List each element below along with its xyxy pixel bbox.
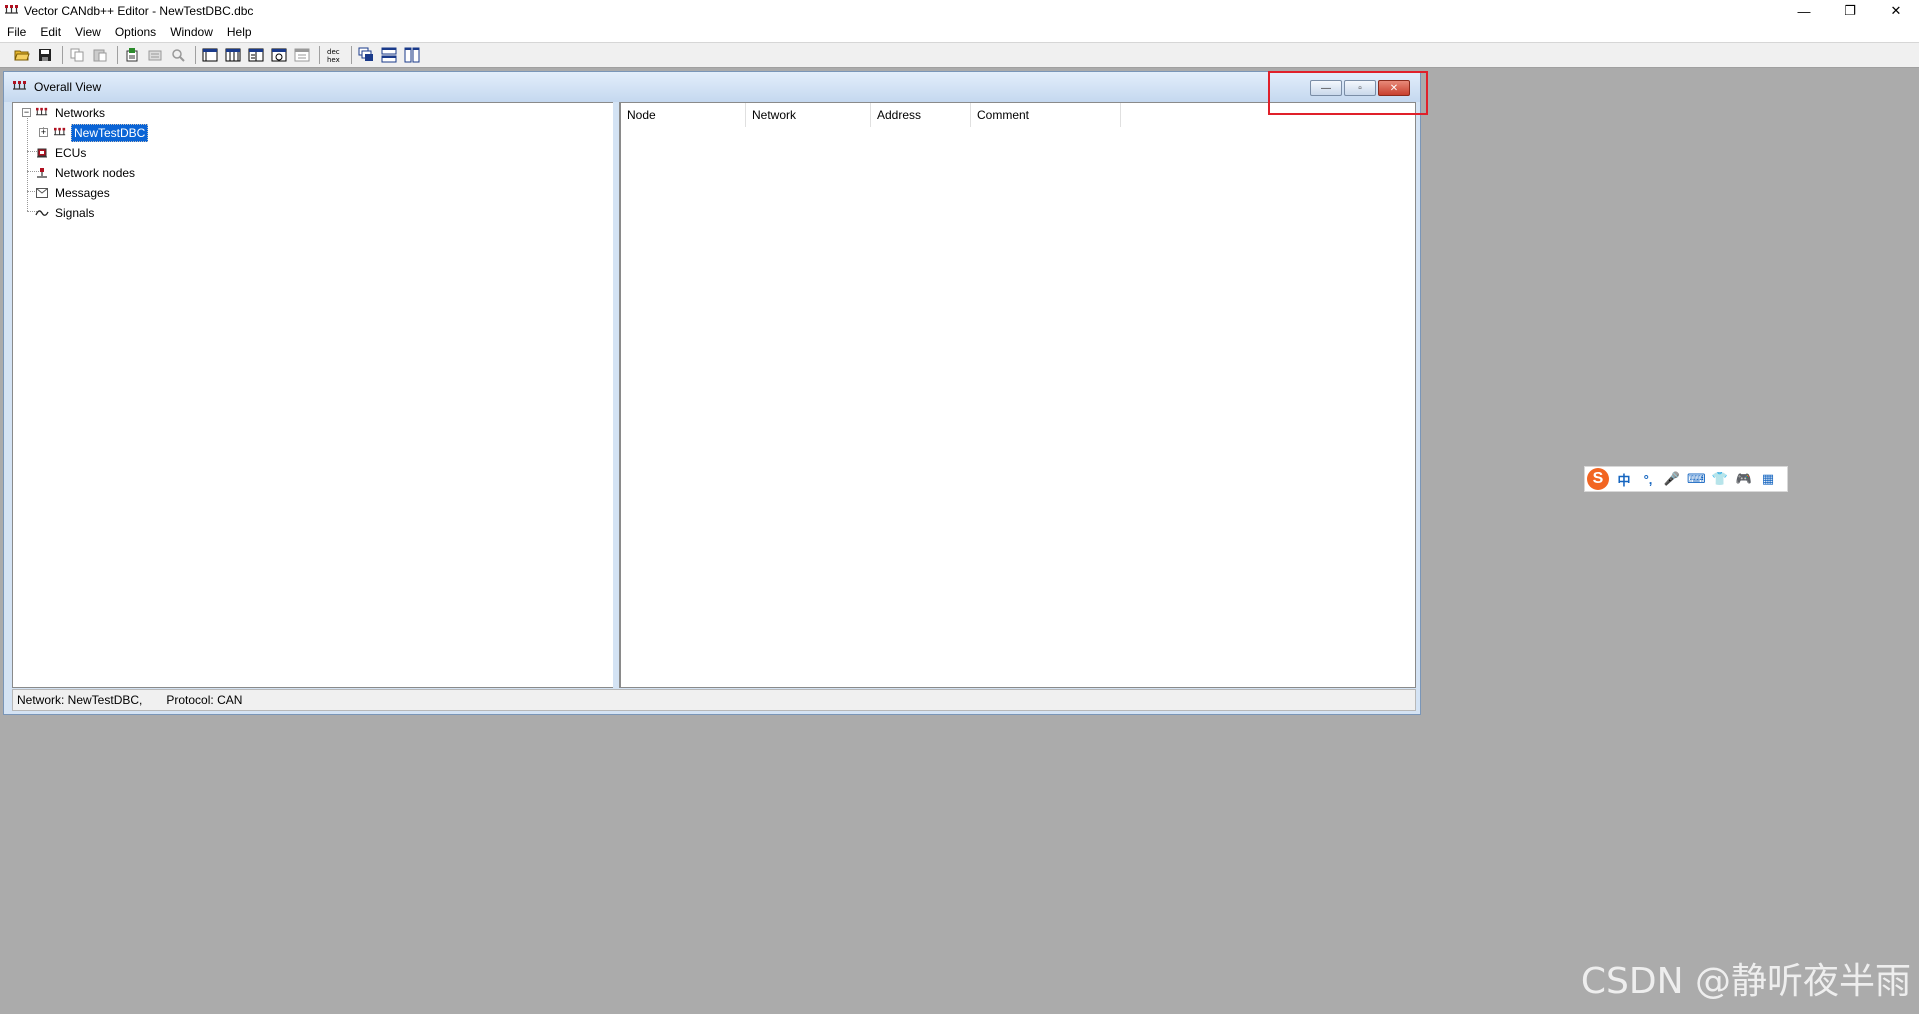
app-titlebar: Vector CANdb++ Editor - NewTestDBC.dbc —… (0, 0, 1919, 22)
view4-icon[interactable] (269, 45, 289, 65)
sogou-logo-icon[interactable]: S (1587, 468, 1609, 490)
find-icon[interactable] (168, 45, 188, 65)
app-window-controls: — ❐ ✕ (1781, 0, 1919, 22)
ecu-icon (35, 146, 49, 160)
dec-hex-icon[interactable]: dec hex (324, 45, 344, 65)
menu-file[interactable]: File (0, 25, 33, 39)
ime-punctuation-icon[interactable]: °, (1639, 472, 1657, 487)
skin-icon[interactable]: 👕 (1711, 471, 1729, 487)
view2-icon[interactable] (223, 45, 243, 65)
overall-view-title: Overall View (34, 80, 102, 94)
list-header: Node Network Address Comment (621, 103, 1121, 127)
network-node-icon (35, 166, 49, 180)
tree-view[interactable]: − Networks + NewTestDBC ECUs Network nod… (12, 102, 618, 688)
candb-app-icon (4, 3, 20, 19)
ime-toolbar: S 中 °, 🎤 ⌨ 👕 🎮 ▦ (1584, 466, 1788, 492)
cascade-icon[interactable] (356, 45, 376, 65)
menu-view[interactable]: View (68, 25, 108, 39)
child-close-button[interactable]: ✕ (1378, 80, 1410, 96)
menu-bar: File Edit View Options Window Help (0, 22, 1919, 42)
tree-label-network-nodes: Network nodes (55, 166, 136, 180)
svg-text:dec: dec (327, 48, 340, 56)
tile-vertical-icon[interactable] (402, 45, 422, 65)
network-icon (12, 80, 28, 94)
status-network: Network: NewTestDBC, (17, 693, 143, 707)
tree-item-ecus[interactable]: ECUs (35, 144, 88, 162)
newtestdbc-expand-toggle[interactable]: + (39, 128, 48, 137)
menu-help[interactable]: Help (220, 25, 259, 39)
networks-collapse-toggle[interactable]: − (22, 108, 31, 117)
network-icon (35, 106, 49, 120)
tile-horizontal-icon[interactable] (379, 45, 399, 65)
add-icon[interactable] (122, 45, 142, 65)
toolbar-separator (117, 46, 118, 64)
menu-window[interactable]: Window (163, 25, 220, 39)
toolbar: dec hex (0, 42, 1919, 68)
tree-item-messages[interactable]: Messages (35, 184, 112, 202)
microphone-icon[interactable]: 🎤 (1663, 471, 1681, 487)
overall-view-window: Overall View — ▫ ✕ − Networks + NewTestD… (3, 71, 1421, 715)
tree-label-ecus: ECUs (55, 146, 87, 160)
overall-view-titlebar[interactable]: Overall View — ▫ ✕ (4, 72, 1420, 102)
network-icon (53, 126, 67, 140)
status-protocol: Protocol: CAN (166, 693, 243, 707)
toolbar-separator (195, 46, 196, 64)
copy-icon[interactable] (67, 45, 87, 65)
toolbar-separator (351, 46, 352, 64)
view3-icon[interactable] (246, 45, 266, 65)
child-minimize-button[interactable]: — (1310, 80, 1342, 96)
tree-item-network-nodes[interactable]: Network nodes (35, 164, 137, 182)
properties-icon[interactable] (145, 45, 165, 65)
menu-options[interactable]: Options (108, 25, 163, 39)
column-header-comment[interactable]: Comment (971, 103, 1121, 127)
envelope-icon (35, 186, 49, 200)
menu-edit[interactable]: Edit (33, 25, 68, 39)
tree-label-newtestdbc: NewTestDBC (71, 124, 149, 142)
child-window-controls: — ▫ ✕ (1310, 80, 1410, 96)
child-restore-button[interactable]: ▫ (1344, 80, 1376, 96)
watermark: CSDN @静听夜半雨 (1580, 961, 1911, 1002)
game-icon[interactable]: 🎮 (1735, 471, 1753, 487)
column-header-node[interactable]: Node (621, 103, 746, 127)
grid-menu-icon[interactable]: ▦ (1759, 471, 1777, 487)
ime-chinese-mode[interactable]: 中 (1615, 470, 1633, 489)
view5-icon[interactable] (292, 45, 312, 65)
restore-button[interactable]: ❐ (1827, 0, 1873, 22)
signal-wave-icon (35, 206, 49, 220)
tree-item-signals[interactable]: Signals (35, 204, 96, 222)
tree-item-newtestdbc[interactable]: NewTestDBC (53, 124, 149, 142)
tree-label-messages: Messages (55, 186, 110, 200)
app-title: Vector CANdb++ Editor - NewTestDBC.dbc (24, 4, 254, 18)
tree-item-networks[interactable]: Networks (35, 104, 107, 122)
view1-icon[interactable] (200, 45, 220, 65)
toolbar-separator (319, 46, 320, 64)
tree-label-signals: Signals (55, 206, 95, 220)
close-button[interactable]: ✕ (1873, 0, 1919, 22)
status-bar: Network: NewTestDBC, Protocol: CAN (12, 689, 1416, 711)
node-list-view[interactable]: Node Network Address Comment (619, 102, 1416, 688)
column-header-network[interactable]: Network (746, 103, 871, 127)
column-header-address[interactable]: Address (871, 103, 971, 127)
toolbar-separator (62, 46, 63, 64)
tree-line (27, 115, 28, 211)
tree-label-networks: Networks (55, 106, 106, 120)
keyboard-icon[interactable]: ⌨ (1687, 471, 1706, 487)
minimize-button[interactable]: — (1781, 0, 1827, 22)
paste-icon[interactable] (90, 45, 110, 65)
open-icon[interactable] (12, 45, 32, 65)
save-icon[interactable] (35, 45, 55, 65)
svg-text:hex: hex (327, 56, 340, 63)
